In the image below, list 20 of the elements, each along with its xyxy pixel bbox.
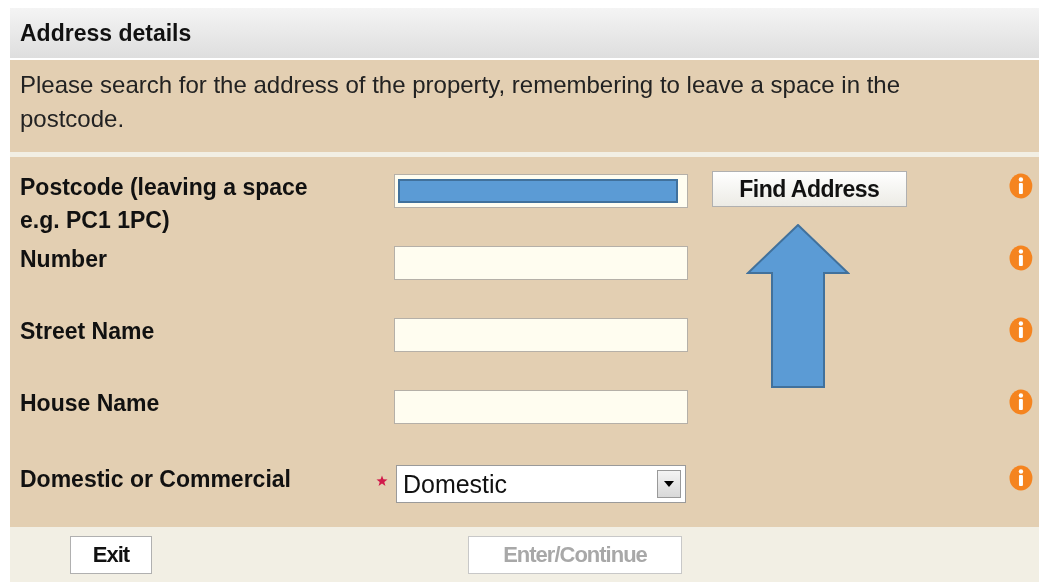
field-label: Number [20, 245, 108, 274]
info-icon[interactable] [1009, 389, 1033, 415]
info-icon[interactable] [1009, 245, 1033, 271]
input-field[interactable] [394, 246, 688, 280]
dropdown-caret-icon[interactable] [657, 470, 682, 498]
input-field[interactable] [394, 390, 688, 424]
instructions-text: Please search for the address of the property, remembering to leave a space in the postcode. [20, 70, 902, 134]
info-icon[interactable] [1009, 465, 1033, 491]
find-address-button[interactable]: Find Address [711, 171, 907, 207]
info-icon[interactable] [1009, 317, 1033, 343]
info-icon[interactable] [1009, 173, 1033, 199]
dropdown-field[interactable]: Domestic [395, 465, 687, 503]
field-label: Street Name [20, 317, 156, 346]
field-label: Postcode (leaving a space e.g. PC1 1PC) [20, 173, 309, 235]
field-label: Domestic or Commercial [20, 465, 292, 494]
input-field[interactable] [394, 174, 688, 208]
footer-button[interactable]: Exit [70, 535, 152, 574]
input-field[interactable] [394, 318, 688, 352]
field-label: House Name [20, 389, 161, 418]
section-title: Address details [20, 19, 192, 47]
